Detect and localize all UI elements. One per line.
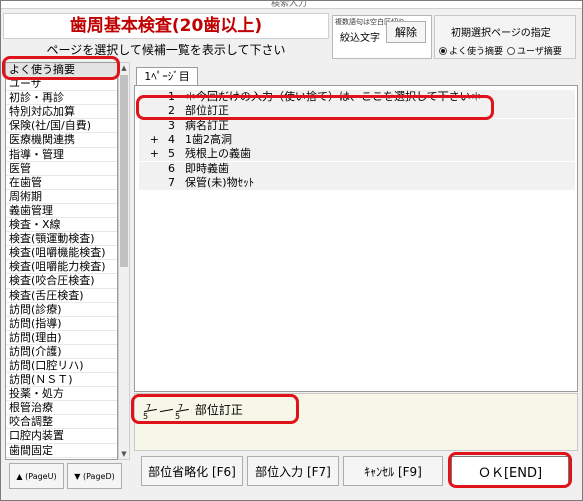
category-item[interactable]: 保険(社/国/自費) bbox=[6, 119, 117, 134]
cancel-button[interactable]: ｷｬﾝｾﾙ [F9] bbox=[343, 456, 443, 486]
page-down-button[interactable]: ▼ (PageD) bbox=[67, 463, 122, 489]
category-item[interactable]: 在歯管 bbox=[6, 176, 117, 190]
candidate-row[interactable]: 3 病名訂正 bbox=[139, 118, 575, 133]
category-item[interactable]: 検査(咀嚼機能検査) bbox=[6, 246, 117, 261]
initial-page-group: 初期選択ページの指定 よく使う摘要 ユーザ摘要 bbox=[434, 15, 576, 59]
row-text: 残根上の義歯 bbox=[185, 147, 251, 161]
category-item[interactable]: 訪問(診療) bbox=[6, 303, 117, 317]
site-input-button[interactable]: 部位入力 [F7] bbox=[247, 456, 339, 486]
abbreviate-site-button[interactable]: 部位省略化 [F6] bbox=[141, 456, 243, 486]
keyword-input[interactable] bbox=[337, 41, 387, 55]
category-item[interactable]: 歯間固定 bbox=[6, 444, 117, 458]
candidate-list: 1 ＊今回だけの入力（使い捨て）は、ここを選択して下さい＊ 2 部位訂正 3 病名訂正 +4… bbox=[134, 85, 578, 392]
category-item[interactable]: 咬合調整 bbox=[6, 415, 117, 430]
row-text: 病名訂正 bbox=[185, 118, 229, 132]
category-item[interactable]: 訪問(介護) bbox=[6, 345, 117, 359]
category-item[interactable]: 検査(舌圧検査) bbox=[6, 289, 117, 303]
category-item[interactable]: よく使う摘要 bbox=[6, 63, 117, 78]
radio-user-summary[interactable]: ユーザ摘要 bbox=[507, 44, 562, 57]
title-bar: 検索入力 bbox=[1, 1, 582, 9]
tab-page-1[interactable]: 1ﾍﾟｰｼﾞ目 bbox=[136, 67, 198, 86]
initial-page-label: 初期選択ページの指定 bbox=[451, 28, 551, 39]
radio-frequent-label: よく使う摘要 bbox=[449, 47, 504, 57]
category-scrollbar[interactable]: ▲ ▼ bbox=[118, 62, 130, 460]
category-item[interactable]: 訪問(理由) bbox=[6, 331, 117, 345]
scroll-thumb[interactable] bbox=[120, 75, 128, 267]
category-item[interactable]: 医管 bbox=[6, 162, 117, 176]
category-item[interactable]: 投薬・処方 bbox=[6, 387, 117, 402]
row-number: 7 bbox=[168, 175, 175, 189]
row-text: 即時義歯 bbox=[185, 161, 229, 175]
category-item[interactable]: 指導・管理 bbox=[6, 148, 117, 162]
scroll-up-icon[interactable]: ▲ bbox=[119, 63, 129, 73]
radio-frequent-summary[interactable]: よく使う摘要 bbox=[439, 44, 503, 57]
category-item[interactable]: 検査・X線 bbox=[6, 218, 117, 233]
candidate-row[interactable]: 7 保管(未)物ｾｯﾄ bbox=[139, 175, 575, 190]
clear-filter-button[interactable]: 解除 bbox=[386, 21, 426, 43]
result-area[interactable]: 7 5 7 5 部位訂正 bbox=[134, 393, 578, 451]
category-item[interactable]: 検査(咬合圧検査) bbox=[6, 274, 117, 289]
category-item[interactable]: 医療機関連携 bbox=[6, 133, 117, 148]
category-item[interactable]: 口腔内装置 bbox=[6, 429, 117, 444]
category-item[interactable]: 特別対応加算 bbox=[6, 105, 117, 120]
candidate-row[interactable]: 2 部位訂正 bbox=[139, 104, 575, 119]
candidate-row[interactable]: 1 ＊今回だけの入力（使い捨て）は、ここを選択して下さい＊ bbox=[139, 90, 575, 104]
row-number: 1 bbox=[168, 90, 175, 103]
row-text: 保管(未)物ｾｯﾄ bbox=[185, 175, 255, 189]
category-item[interactable]: 根管治療 bbox=[6, 401, 117, 416]
radio-user-label: ユーザ摘要 bbox=[517, 47, 562, 57]
exam-title: 歯周基本検査(20歯以上) bbox=[3, 13, 329, 39]
category-list[interactable]: よく使う摘要 ユーザ 初診・再診 特別対応加算 保険(社/国/自費) 医療機関連携 指導・管… bbox=[5, 62, 118, 460]
category-item[interactable]: 義歯管理 bbox=[6, 204, 117, 219]
instruction-text: ページを選択して候補一覧を表示して下さい bbox=[46, 43, 286, 57]
tooth-notation: 7 5 bbox=[175, 403, 191, 421]
row-number: 3 bbox=[168, 118, 175, 132]
tooth-notation: 7 5 bbox=[143, 403, 159, 421]
scroll-down-icon[interactable]: ▼ bbox=[119, 449, 129, 459]
ok-button[interactable]: ＯＫ[END] bbox=[451, 456, 569, 486]
row-text: 部位訂正 bbox=[185, 104, 229, 118]
search-input-window: 検索入力 歯周基本検査(20歯以上) ページを選択して候補一覧を表示して下さい … bbox=[0, 0, 583, 501]
result-text: 部位訂正 bbox=[194, 403, 243, 417]
category-item[interactable]: 検査(咀嚼能力検査) bbox=[6, 260, 117, 275]
category-item[interactable]: 訪問(口腔リハ) bbox=[6, 359, 117, 374]
page-up-button[interactable]: ▲ (PageU) bbox=[9, 463, 64, 489]
expand-mark: + bbox=[149, 147, 159, 161]
expand-mark: + bbox=[149, 132, 159, 146]
category-item[interactable]: 検査(顎運動検査) bbox=[6, 232, 117, 247]
row-text: 1歯2高洞 bbox=[185, 132, 232, 146]
result-line: 7 5 7 5 部位訂正 bbox=[143, 402, 243, 421]
radio-selected-icon bbox=[439, 46, 447, 55]
candidate-row[interactable]: +5 残根上の義歯 bbox=[139, 147, 575, 162]
category-item[interactable]: 周術期 bbox=[6, 190, 117, 204]
candidate-row[interactable]: 6 即時義歯 bbox=[139, 161, 575, 176]
row-text: ＊今回だけの入力（使い捨て）は、ここを選択して下さい＊ bbox=[185, 90, 482, 103]
category-item[interactable]: 初診・再診 bbox=[6, 91, 117, 106]
category-item[interactable]: ユーザ bbox=[6, 77, 117, 92]
row-number: 4 bbox=[168, 132, 175, 146]
row-number: 2 bbox=[168, 104, 175, 118]
category-item[interactable]: 訪問(ＮＳＴ) bbox=[6, 373, 117, 388]
category-item[interactable]: 訪問(指導) bbox=[6, 317, 117, 331]
radio-unselected-icon bbox=[507, 46, 515, 55]
candidate-row[interactable]: +4 1歯2高洞 bbox=[139, 132, 575, 147]
row-number: 5 bbox=[168, 147, 175, 161]
row-number: 6 bbox=[168, 161, 175, 175]
tooth-notation bbox=[159, 403, 175, 419]
window-title: 検索入力 bbox=[271, 0, 308, 9]
